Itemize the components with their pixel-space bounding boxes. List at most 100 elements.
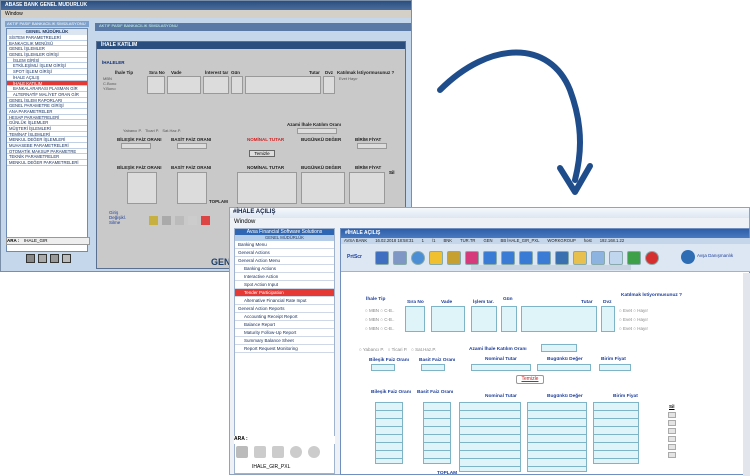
tool-icon[interactable] (149, 216, 158, 225)
sidebar-item[interactable]: Alternative Financial Rate Input (235, 297, 334, 305)
sil-row-button[interactable] (668, 452, 676, 458)
sil-button[interactable]: Sil (389, 170, 395, 175)
islem-field[interactable] (471, 306, 497, 332)
basit-grid[interactable] (423, 402, 451, 464)
old-grid[interactable] (301, 172, 345, 204)
pencil-icon[interactable] (447, 251, 461, 265)
no-option[interactable]: Hayır (637, 326, 648, 331)
tool-icon[interactable] (26, 254, 35, 263)
prev-icon[interactable] (501, 251, 515, 265)
old-temizle-button[interactable]: Temizle (249, 150, 275, 157)
close-icon[interactable] (308, 446, 320, 458)
sil-row-button[interactable] (668, 436, 676, 442)
bilesik-grid[interactable] (375, 402, 403, 464)
report-icon[interactable] (609, 251, 623, 265)
sil-row-button[interactable] (668, 412, 676, 418)
old-window-menu[interactable]: Window (1, 10, 411, 18)
new-type-radios[interactable]: ○ Yabancı P. ○ Ticari P. ○ Sat.Haz.P. (359, 347, 436, 352)
yes-option[interactable]: Evet (623, 326, 632, 331)
old-grid[interactable] (349, 172, 385, 204)
sidebar-item[interactable]: Summary Balance Sheet (235, 337, 334, 345)
old-field[interactable] (147, 76, 165, 94)
sidebar-item[interactable]: Banking Menu (235, 241, 334, 249)
old-field[interactable] (357, 143, 387, 149)
edit-icon[interactable] (429, 251, 443, 265)
old-radio-group[interactable]: MBN C.Bono Y.Bono (103, 76, 143, 96)
old-field[interactable] (177, 143, 207, 149)
close-icon[interactable] (645, 251, 659, 265)
radio-option[interactable]: MBN (369, 317, 379, 322)
yes-option[interactable]: Evet (339, 76, 347, 81)
sidebar-item[interactable]: Accounting Receipt Report (235, 313, 334, 321)
nominal-grid[interactable] (459, 402, 521, 472)
grid-icon[interactable] (393, 251, 407, 265)
old-type-radios[interactable]: Yabancı P. Ticari P. Sat.Haz.P. (123, 128, 181, 133)
tool-icon[interactable] (254, 446, 266, 458)
tool-icon[interactable] (236, 446, 248, 458)
new-radio-group[interactable]: ○ MBN ○ C-B.. ○ MBN ○ C-B.. ○ MBN ○ C-B.… (365, 306, 394, 333)
info-icon[interactable] (411, 251, 425, 265)
info-icon[interactable] (290, 446, 302, 458)
tool-icon[interactable] (188, 216, 197, 225)
delete-icon[interactable] (465, 251, 479, 265)
sidebar-item[interactable]: MENKUL DEĞER PARAMETRELERİ (7, 160, 87, 166)
exit-icon[interactable] (627, 251, 641, 265)
next-icon[interactable] (519, 251, 533, 265)
first-icon[interactable] (483, 251, 497, 265)
old-mode-radios[interactable]: Giriş Değişikl. Silme (109, 210, 126, 225)
gun-field[interactable] (501, 306, 517, 332)
last-icon[interactable] (537, 251, 551, 265)
old-grid[interactable] (127, 172, 157, 204)
old-field[interactable] (245, 76, 321, 94)
search-icon[interactable] (555, 251, 569, 265)
tool-icon[interactable] (62, 254, 71, 263)
new-window-menu[interactable]: Window (230, 218, 749, 227)
yes-option[interactable]: Evet (623, 308, 632, 313)
tool-icon[interactable] (272, 446, 284, 458)
close-icon[interactable] (201, 216, 210, 225)
radio-option[interactable]: Y.Bono (103, 86, 143, 91)
birim-input[interactable] (599, 364, 631, 371)
tool-icon[interactable] (162, 216, 171, 225)
sidebar-item[interactable]: Tender Participation (235, 289, 334, 297)
old-ara-input[interactable]: IHALE_GIR (24, 238, 48, 243)
bugunku-input[interactable] (537, 364, 591, 371)
radio-option[interactable]: C-B.. (384, 308, 394, 313)
katilim-input[interactable] (541, 344, 577, 352)
sidebar-item[interactable]: General Action Reports (235, 305, 334, 313)
old-field[interactable] (121, 143, 151, 149)
katilim-input[interactable] (297, 128, 337, 134)
old-field[interactable] (167, 76, 201, 94)
old-grid[interactable] (237, 172, 297, 204)
tutar-field[interactable] (521, 306, 597, 332)
old-yn-group[interactable]: Evet Hayır (339, 76, 358, 81)
radio-option[interactable]: Ticari P. (145, 128, 159, 133)
radio-option[interactable]: MBN (369, 326, 379, 331)
radio-option[interactable]: Yabancı P. (123, 128, 142, 133)
radio-option[interactable]: Yabancı P. (363, 347, 384, 352)
sidebar-item[interactable]: General Action Menu (235, 257, 334, 265)
vade-field[interactable] (431, 306, 465, 332)
sira-field[interactable] (405, 306, 425, 332)
sil-button[interactable]: Sil (669, 404, 675, 409)
copy-icon[interactable] (573, 251, 587, 265)
tool-icon[interactable] (50, 254, 59, 263)
sil-row-button[interactable] (668, 444, 676, 450)
basit-input[interactable] (421, 364, 445, 371)
old-grid[interactable] (177, 172, 207, 204)
prtscr-button[interactable]: PrtScr (347, 254, 362, 260)
old-field[interactable] (323, 76, 335, 94)
tool-icon[interactable] (38, 254, 47, 263)
scrollbar[interactable] (743, 273, 750, 476)
no-option[interactable]: Hayır (348, 76, 358, 81)
sidebar-item[interactable]: Report Request Monitoring (235, 345, 334, 353)
sil-row-button[interactable] (668, 428, 676, 434)
new-ara-input[interactable]: IHALE_GIR_PXL (252, 464, 290, 470)
bugunku-grid[interactable] (527, 402, 587, 472)
list-icon[interactable] (591, 251, 605, 265)
temizle-button[interactable]: Temizle (516, 375, 544, 384)
sidebar-item[interactable]: Interactive Action (235, 273, 334, 281)
bilesik-input[interactable] (371, 364, 395, 371)
new-yn-group[interactable]: ○ Evet ○ Hayır ○ Evet ○ Hayır ○ Evet ○ H… (619, 306, 648, 333)
old-field[interactable] (203, 76, 229, 94)
